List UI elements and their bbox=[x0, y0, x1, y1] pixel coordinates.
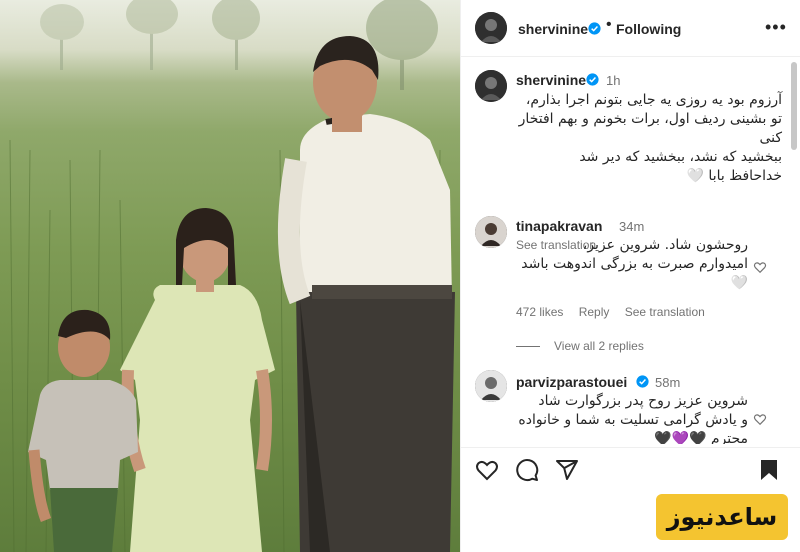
comment-time[interactable]: 58m bbox=[655, 375, 680, 390]
comment-username[interactable]: tinapakravan bbox=[516, 218, 602, 234]
comments-section[interactable]: shervinine 1h آرزوم بود یه روزی یه جایی … bbox=[461, 58, 789, 444]
caption-text: آرزوم بود یه روزی یه جایی بتونم اجرا بذا… bbox=[518, 92, 782, 184]
heart-icon[interactable] bbox=[753, 260, 767, 274]
heart-icon[interactable] bbox=[475, 458, 499, 482]
watermark-logo: ساعدنیوز bbox=[656, 494, 788, 540]
comment-icon[interactable] bbox=[515, 458, 539, 482]
avatar[interactable] bbox=[475, 370, 507, 402]
post-side-panel: shervinine • Following ••• shervinine 1h… bbox=[460, 0, 800, 552]
verified-badge-icon bbox=[586, 73, 599, 86]
author-username[interactable]: shervinine bbox=[518, 21, 588, 37]
comment-meta: 472 likes Reply See translation bbox=[516, 305, 717, 319]
comment-time[interactable]: 34m bbox=[619, 219, 644, 234]
photo-illustration bbox=[9, 0, 455, 552]
reply-button[interactable]: Reply bbox=[579, 305, 610, 319]
caption-time[interactable]: 1h bbox=[606, 73, 620, 88]
view-replies-button[interactable]: View all 2 replies bbox=[516, 339, 644, 353]
avatar[interactable] bbox=[475, 70, 507, 102]
comment-text: روحشون شاد. شروین عزیز، امیدوارم صبرت به… bbox=[521, 237, 748, 291]
comment-username[interactable]: parvizparastouei bbox=[516, 374, 627, 390]
comment-text: شروین عزیز روح پدر بزرگوارت شاد و یادش گ… bbox=[518, 393, 748, 444]
heart-icon[interactable] bbox=[753, 412, 767, 426]
avatar[interactable] bbox=[475, 12, 507, 44]
verified-badge-icon bbox=[636, 375, 649, 388]
post-photo[interactable] bbox=[0, 0, 460, 552]
post-header: shervinine • Following ••• bbox=[461, 0, 800, 57]
bookmark-icon[interactable] bbox=[757, 458, 781, 482]
more-options-icon[interactable]: ••• bbox=[765, 18, 787, 36]
avatar[interactable] bbox=[475, 216, 507, 248]
action-bar bbox=[461, 447, 800, 487]
separator-dot: • bbox=[606, 16, 612, 33]
see-translation-link[interactable]: See translation bbox=[625, 305, 705, 319]
likes-count[interactable]: 472 likes bbox=[516, 305, 563, 319]
comments-scrollbar[interactable] bbox=[791, 62, 797, 150]
share-icon[interactable] bbox=[555, 458, 579, 482]
verified-badge-icon bbox=[588, 22, 601, 35]
following-button[interactable]: Following bbox=[616, 21, 681, 37]
caption-username[interactable]: shervinine bbox=[516, 72, 586, 88]
